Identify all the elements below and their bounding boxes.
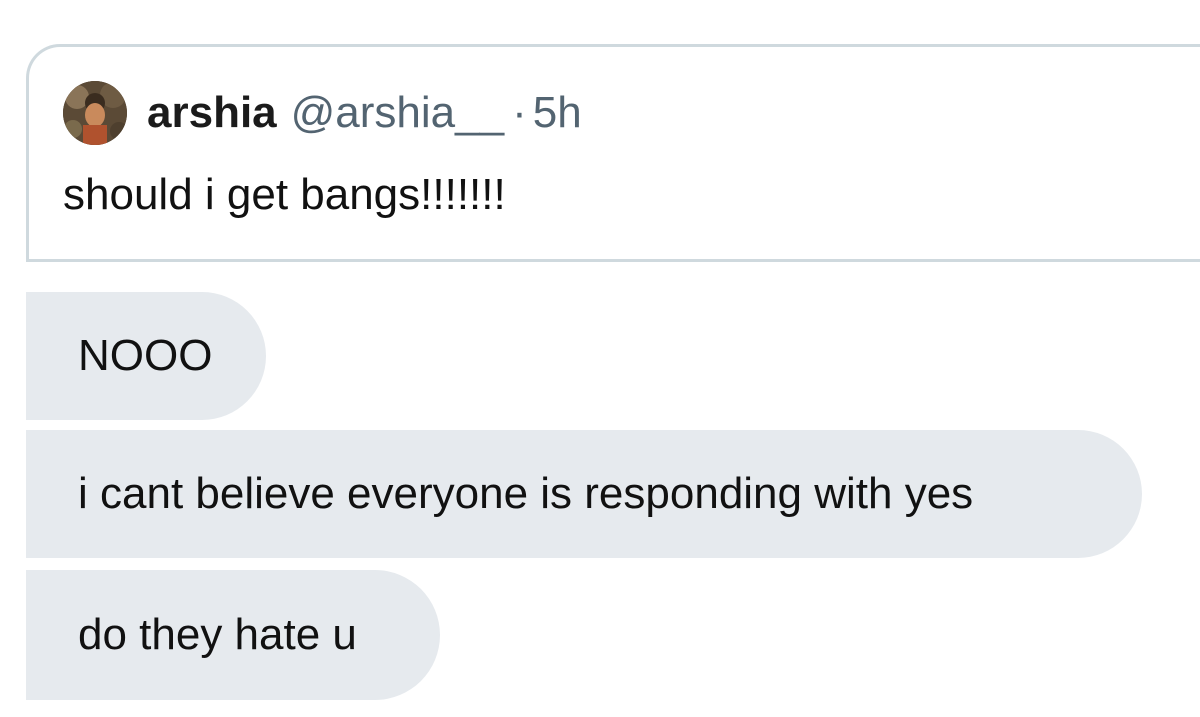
author-name[interactable]: arshia [147, 88, 277, 137]
avatar-photo-icon [63, 81, 127, 145]
dot-separator: · [512, 88, 527, 137]
message-text: do they hate u [78, 610, 357, 659]
tweet-text: should i get bangs!!!!!!! [63, 170, 506, 219]
author-avatar[interactable] [63, 81, 127, 145]
message-text: i cant believe everyone is responding wi… [78, 469, 974, 518]
message-bubble[interactable]: do they hate u [26, 570, 440, 700]
message-bubble[interactable]: i cant believe everyone is responding wi… [26, 430, 1142, 558]
message-text: NOOO [78, 331, 213, 380]
message-bubble[interactable]: NOOO [26, 292, 266, 420]
quoted-tweet-card[interactable]: arshia @arshia__ · 5h should i get bangs!!!… [26, 44, 1200, 262]
tweet-timestamp[interactable]: 5h [533, 88, 582, 137]
author-handle[interactable]: @arshia__ [291, 88, 504, 137]
tweet-header: arshia @arshia__ · 5h [147, 87, 582, 139]
